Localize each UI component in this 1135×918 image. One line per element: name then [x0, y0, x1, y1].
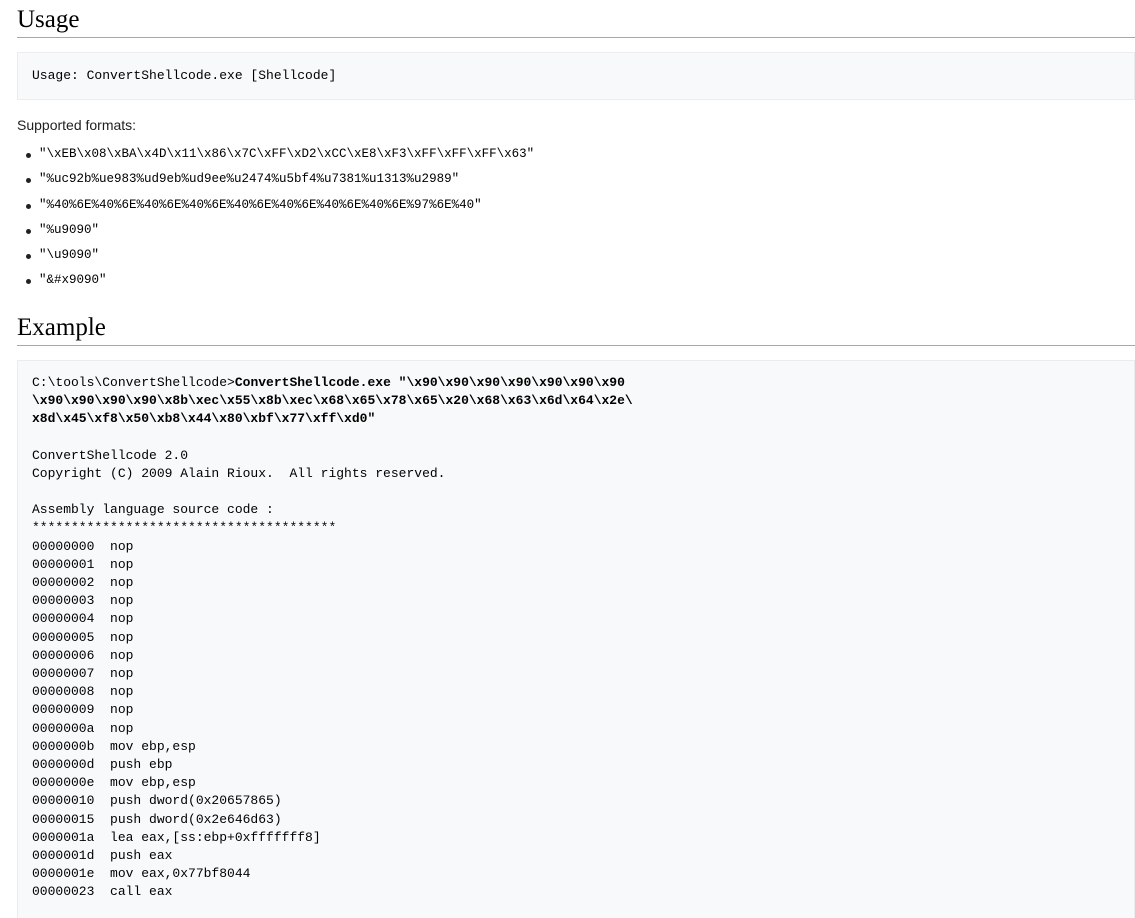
- format-item-6: "&#x9090": [26, 268, 1135, 293]
- example-heading: Example: [17, 313, 1135, 346]
- format-item-3: "%40%6E%40%6E%40%6E%40%6E%40%6E%40%6E%40…: [26, 193, 1135, 218]
- format-item-2: "%uc92b%ue983%ud9eb%ud9ee%u2474%u5bf4%u7…: [26, 167, 1135, 192]
- usage-code-text: Usage: ConvertShellcode.exe [Shellcode]: [32, 68, 337, 83]
- format-item-4: "%u9090": [26, 218, 1135, 243]
- example-output: ConvertShellcode 2.0 Copyright (C) 2009 …: [32, 447, 446, 900]
- article-content: Usage Usage: ConvertShellcode.exe [Shell…: [17, 0, 1135, 918]
- format-item-5: "\u9090": [26, 243, 1135, 268]
- usage-code-block: Usage: ConvertShellcode.exe [Shellcode]: [17, 52, 1135, 100]
- format-item-1: "\xEB\x08\xBA\x4D\x11\x86\x7C\xFF\xD2\xC…: [26, 142, 1135, 167]
- example-prompt: C:\tools\ConvertShellcode>: [32, 374, 235, 390]
- supported-formats-list: "\xEB\x08\xBA\x4D\x11\x86\x7C\xFF\xD2\xC…: [17, 142, 1135, 294]
- usage-heading: Usage: [17, 5, 1135, 38]
- supported-formats-label: Supported formats:: [17, 117, 137, 133]
- example-code-block: C:\tools\ConvertShellcode> ConvertShellco…: [17, 359, 1135, 918]
